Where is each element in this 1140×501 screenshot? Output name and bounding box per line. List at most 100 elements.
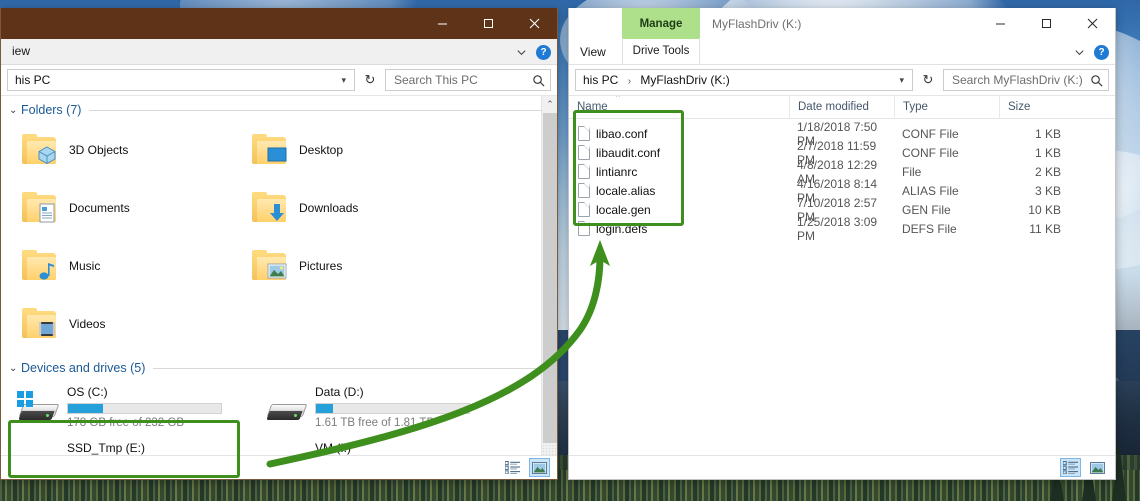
column-label: Date modified (798, 101, 869, 113)
chevron-down-icon[interactable]: ▾ (895, 75, 908, 86)
column-label: Size (1008, 101, 1031, 113)
folder-tile[interactable]: Music (15, 237, 245, 295)
chevron-up-icon: ⌃ (614, 96, 622, 103)
file-list-content[interactable]: Name ⌃ Date modified Type Size libao.con… (569, 96, 1115, 479)
folder-tile[interactable]: 3D Objects (15, 121, 245, 179)
left-ribbon-right-controls[interactable]: ? (516, 39, 551, 65)
details-view-button[interactable] (502, 458, 523, 477)
details-view-button[interactable] (1060, 458, 1081, 477)
help-icon[interactable]: ? (536, 44, 551, 60)
column-header-date-modified[interactable]: Date modified (789, 96, 894, 119)
this-pc-content[interactable]: ⌄ Folders (7) 3D Objects Desktop Documen… (1, 96, 557, 479)
search-input[interactable]: Search This PC (385, 69, 551, 91)
maximize-icon[interactable] (1023, 8, 1069, 39)
file-icon (578, 183, 590, 198)
refresh-icon[interactable]: ↻ (918, 72, 938, 88)
search-icon (533, 74, 545, 86)
group-title-folders: Folders (7) (21, 103, 82, 117)
folder-tile[interactable]: Desktop (245, 121, 475, 179)
left-window-titlebar[interactable] (1, 8, 557, 39)
column-label: Name (577, 101, 608, 113)
folder-music-icon (15, 242, 63, 290)
chevron-down-icon[interactable]: ⌄ (9, 363, 21, 374)
breadcrumb-prefix[interactable]: his PC (583, 73, 618, 87)
vertical-scrollbar[interactable]: ⌃ ⌄ (541, 96, 557, 479)
group-title-drives: Devices and drives (5) (21, 361, 146, 375)
capacity-bar-fill (68, 404, 104, 413)
chevron-up-icon[interactable]: ⌃ (542, 96, 557, 113)
group-divider (153, 367, 541, 369)
file-rows[interactable]: libao.conf 1/18/2018 7:50 PM CONF File 1… (569, 119, 1115, 243)
folder-pictures-icon (245, 242, 293, 290)
column-headers[interactable]: Name ⌃ Date modified Type Size (569, 96, 1115, 119)
search-input[interactable]: Search MyFlashDriv (K:) (943, 69, 1109, 91)
refresh-icon[interactable]: ↻ (360, 72, 380, 88)
right-ribbon-tabs[interactable]: View Drive Tools ? (569, 38, 1115, 65)
drive-name: OS (C:) (67, 385, 108, 399)
minimize-icon[interactable] (977, 8, 1023, 39)
contextual-tab-manage[interactable]: Manage (622, 8, 700, 39)
large-icons-view-button[interactable] (1087, 458, 1108, 477)
left-ribbon-tabs[interactable]: iew ? (1, 39, 557, 65)
myflashdriv-window[interactable]: Manage MyFlashDriv (K:) View Drive Tools… (568, 8, 1116, 480)
left-window-controls[interactable] (419, 8, 557, 39)
this-pc-window[interactable]: iew ? his PC ▾ ↻ Search This PC ⌄ Folder… (0, 8, 558, 480)
folder-downloads-icon (245, 184, 293, 232)
folder-tile[interactable]: Videos (15, 295, 245, 353)
chevron-down-icon[interactable] (516, 47, 527, 58)
tab-view[interactable]: View (569, 39, 617, 65)
file-type: ALIAS File (902, 183, 959, 198)
folder-tile[interactable]: Pictures (245, 237, 475, 295)
file-name: locale.alias (596, 183, 656, 198)
scrollbar-thumb[interactable] (543, 113, 557, 443)
folder-3d-objects-icon (15, 126, 63, 174)
drive-name: Data (D:) (315, 385, 364, 399)
large-icons-view-button[interactable] (529, 458, 550, 477)
windows-drive-icon (15, 383, 63, 431)
drive-name: SSD_Tmp (E:) (67, 441, 146, 455)
column-header-type[interactable]: Type (894, 96, 999, 119)
address-bar[interactable]: his PC › MyFlashDriv (K:) ▾ (575, 69, 913, 91)
folder-label: Documents (69, 201, 130, 215)
drive-free-space: 1.61 TB free of 1.81 TB (315, 417, 435, 429)
tab-view[interactable]: iew (1, 38, 41, 64)
close-icon[interactable] (1069, 8, 1115, 39)
group-header-folders[interactable]: ⌄ Folders (7) (1, 99, 557, 121)
drive-tile[interactable]: OS (C:) 178 GB free of 232 GB (15, 379, 263, 435)
right-window-titlebar[interactable]: Manage MyFlashDriv (K:) (569, 8, 1115, 39)
chevron-down-icon[interactable] (1074, 47, 1085, 58)
left-status-bar (1, 455, 557, 479)
drive-free-space: 178 GB free of 232 GB (67, 417, 184, 429)
drive-tile[interactable]: Data (D:) 1.61 TB free of 1.81 TB (263, 379, 511, 435)
table-row[interactable]: login.defs 1/25/2018 3:09 PM DEFS File 1… (569, 215, 1115, 243)
address-bar[interactable]: his PC ▾ (7, 69, 355, 91)
column-header-name[interactable]: Name ⌃ (569, 96, 789, 119)
folder-label: Videos (69, 317, 106, 331)
column-header-size[interactable]: Size (999, 96, 1069, 119)
chevron-down-icon[interactable]: ⌄ (9, 105, 21, 116)
right-address-row[interactable]: his PC › MyFlashDriv (K:) ▾ ↻ Search MyF… (569, 65, 1115, 96)
minimize-icon[interactable] (419, 8, 465, 39)
breadcrumb-current[interactable]: MyFlashDriv (K:) (640, 73, 729, 87)
folder-tile[interactable]: Downloads (245, 179, 475, 237)
folder-label: Pictures (299, 259, 343, 273)
folder-tile[interactable]: Documents (15, 179, 245, 237)
chevron-down-icon[interactable]: ▾ (337, 75, 350, 86)
capacity-bar-fill (316, 404, 333, 413)
drive-name: VM (I:) (315, 441, 351, 455)
search-placeholder: Search MyFlashDriv (K:) (952, 73, 1083, 87)
right-ribbon-right-controls[interactable]: ? (1074, 39, 1109, 65)
folder-tiles[interactable]: 3D Objects Desktop Documents Downloads M… (1, 121, 557, 353)
help-icon[interactable]: ? (1094, 44, 1109, 60)
close-icon[interactable] (511, 8, 557, 39)
file-size: 1 KB (1034, 126, 1061, 141)
file-name: locale.gen (596, 202, 651, 217)
maximize-icon[interactable] (465, 8, 511, 39)
contextual-tab-drive-tools[interactable]: Drive Tools (622, 38, 700, 64)
window-title: MyFlashDriv (K:) (712, 16, 802, 31)
drive-icon (263, 383, 311, 431)
group-header-drives[interactable]: ⌄ Devices and drives (5) (1, 357, 557, 379)
left-address-row[interactable]: his PC ▾ ↻ Search This PC (1, 65, 557, 96)
right-window-controls[interactable] (977, 8, 1115, 39)
file-icon (578, 145, 590, 160)
